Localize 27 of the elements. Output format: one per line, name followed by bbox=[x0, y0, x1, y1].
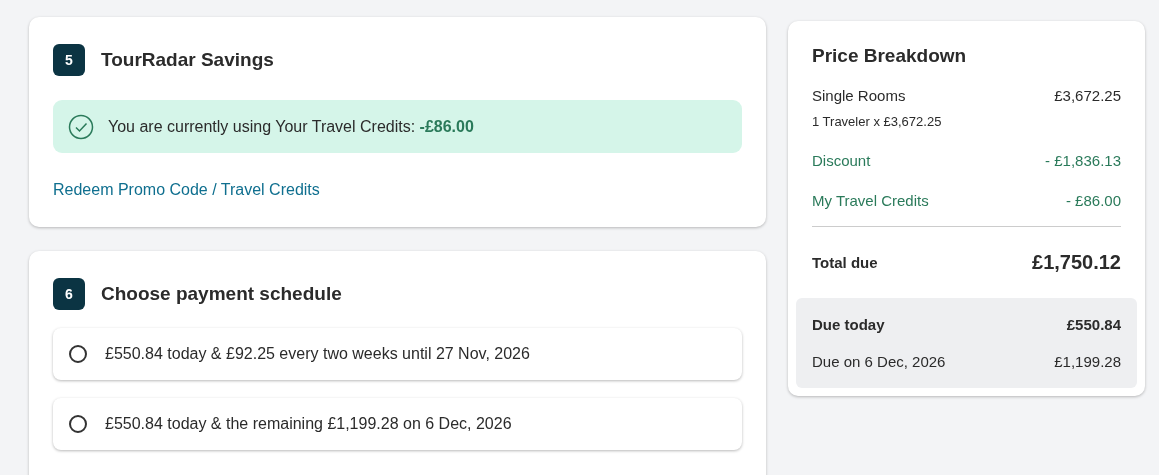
due-amount: £1,199.28 bbox=[1054, 353, 1121, 370]
step-badge: 5 bbox=[53, 44, 85, 76]
schedule-option[interactable]: £550.84 today & the remaining £1,199.28 on 6 Dec, 2026 bbox=[53, 398, 742, 450]
line-label: Discount bbox=[812, 152, 871, 169]
total-amount: £1,750.12 bbox=[1032, 251, 1121, 274]
line-detail: 1 Traveler x £3,672.25 bbox=[811, 114, 943, 129]
line-amount: - £1,836.13 bbox=[1045, 152, 1121, 169]
radio-button[interactable] bbox=[69, 415, 87, 433]
due-label: Due on 6 Dec, 2026 bbox=[812, 353, 946, 370]
line-amount: £3,672.25 bbox=[1054, 87, 1121, 104]
section-title: TourRadar Savings bbox=[101, 49, 274, 71]
due-amount: £550.84 bbox=[1066, 316, 1121, 333]
line-label: My Travel Credits bbox=[812, 192, 929, 209]
due-label: Due today bbox=[812, 316, 885, 333]
line-amount: - £86.00 bbox=[1065, 192, 1121, 209]
option-label: £550.84 today & £92.25 every two weeks until 27 Nov, 2026 bbox=[105, 345, 530, 363]
option-label: £550.84 today & the remaining £1,199.28 on 6 Dec, 2026 bbox=[105, 415, 512, 433]
step-badge: 6 bbox=[53, 278, 85, 310]
radio-button[interactable] bbox=[69, 345, 87, 363]
card-title: Price Breakdown bbox=[812, 45, 968, 67]
schedule-option[interactable]: £550.84 today & £92.25 every two weeks until 27 Nov, 2026 bbox=[53, 328, 742, 380]
total-label: Total due bbox=[812, 254, 878, 271]
section-title: Choose payment schedule bbox=[101, 283, 342, 305]
redeem-link[interactable]: Redeem Promo Code / Travel Credits bbox=[53, 181, 320, 199]
notice-text: You are currently using Your Travel Credits: -£86.00 bbox=[108, 117, 474, 136]
line-label: Single Rooms bbox=[812, 87, 906, 104]
check-circle-icon bbox=[68, 113, 94, 140]
